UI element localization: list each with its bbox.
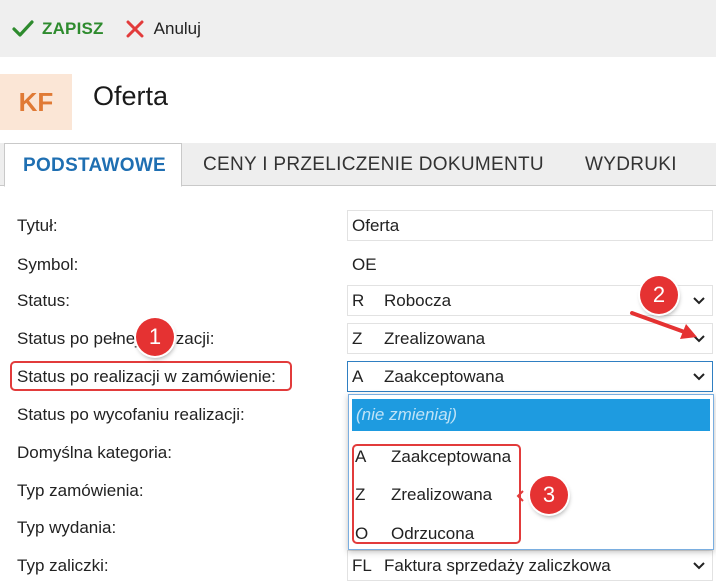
callout-badge-3: 3 (530, 476, 568, 514)
callout-badge-2: 2 (640, 276, 678, 314)
callout-arrow-icon (516, 311, 697, 502)
callout-badge-1: 1 (136, 318, 174, 356)
